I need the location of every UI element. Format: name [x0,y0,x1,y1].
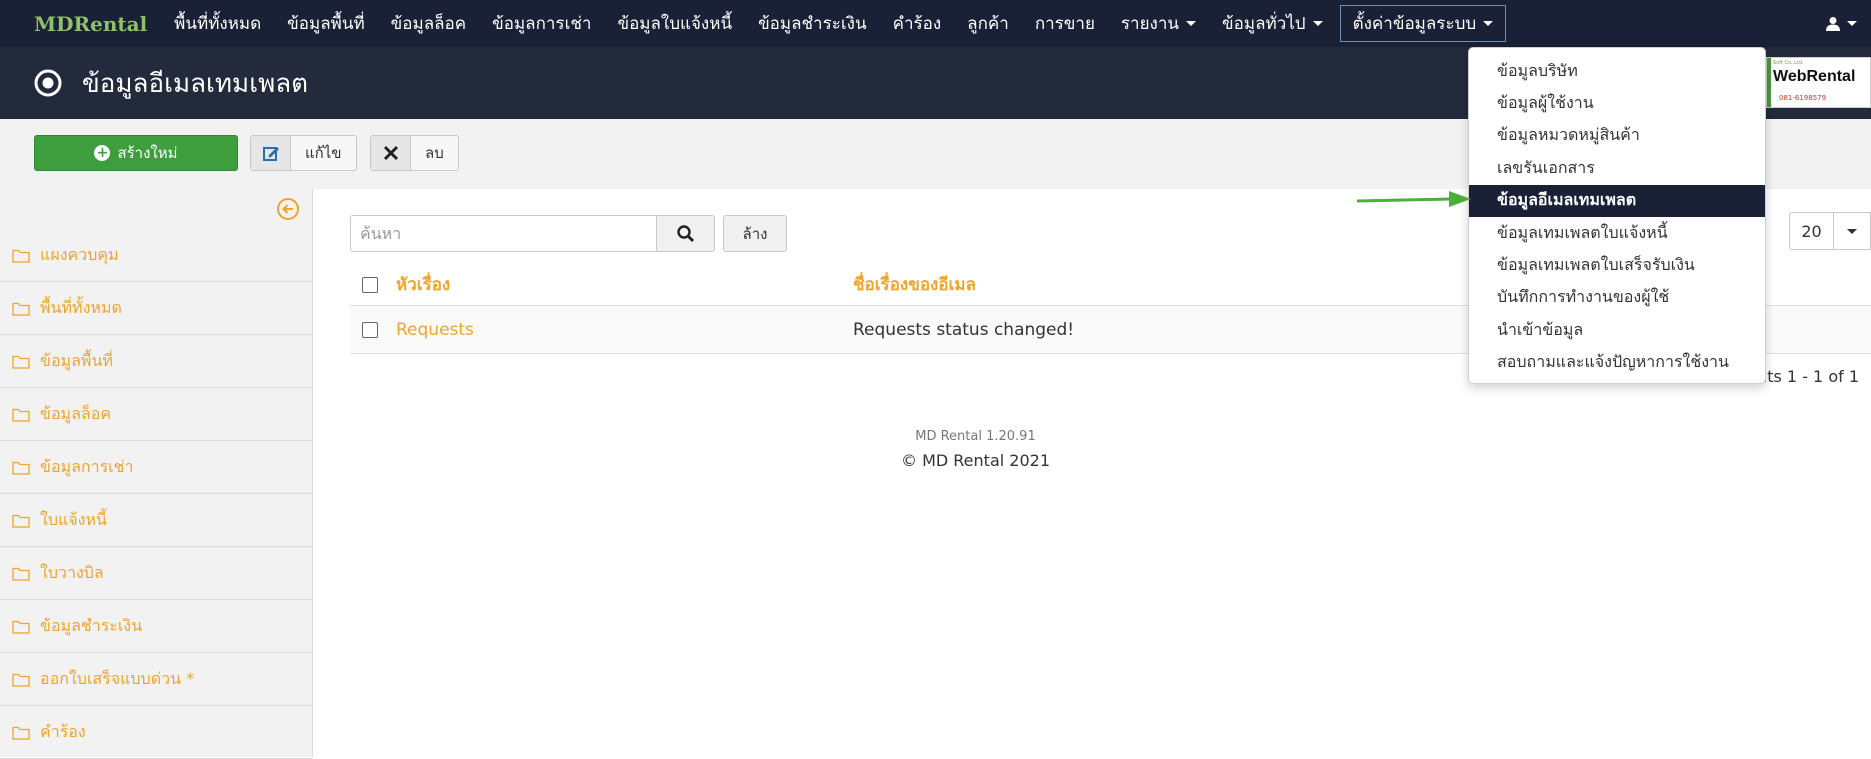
target-icon [34,69,62,97]
nav-item-general-info[interactable]: ข้อมูลทั่วไป [1209,0,1336,47]
logo-small-text: Soft Co.,Ltd. [1773,60,1804,66]
clear-button[interactable]: ล้าง [723,215,787,252]
create-button-label: สร้างใหม่ [117,144,178,162]
sidebar-menu: แผงควบคุมพื้นที่ทั้งหมดข้อมูลพื้นที่ข้อม… [0,229,312,759]
sidebar-item-requests[interactable]: คำร้อง [0,706,312,759]
folder-icon [12,620,30,634]
sidebar-item-area-info[interactable]: ข้อมูลพื้นที่ [0,335,312,388]
row-subject-link[interactable]: Requests [396,320,853,340]
menu-item-import-data[interactable]: นำเข้าข้อมูล [1469,314,1765,346]
sidebar-item-all-areas[interactable]: พื้นที่ทั้งหมด [0,282,312,335]
logo-phone: 081-6198579 [1779,94,1827,102]
sidebar-item-dashboard[interactable]: แผงควบคุม [0,229,312,282]
sidebar-item-label: ข้อมูลล็อค [40,403,112,423]
caret-down-icon [1847,21,1857,26]
plus-circle-icon: + [94,145,111,161]
select-all-checkbox[interactable] [362,276,378,293]
nav-item-all-areas[interactable]: พื้นที่ทั้งหมด [161,0,274,47]
menu-item-receipt-template[interactable]: ข้อมูลเทมเพลตใบเสร็จรับเงิน [1469,249,1765,281]
folder-icon [12,355,30,369]
delete-button-label: ลบ [425,144,444,162]
arrow-left-circle-icon[interactable] [276,197,300,221]
page-size-value: 20 [1790,213,1834,249]
folder-icon [12,302,30,316]
folder-icon [12,567,30,581]
menu-item-email-template[interactable]: ข้อมูลอีเมลเทมเพลต [1469,184,1765,217]
menu-item-document-numbering[interactable]: เลขรันเอกสาร [1469,152,1765,184]
row-checkbox[interactable] [362,321,378,338]
caret-down-icon [1483,21,1494,26]
close-icon [371,136,411,170]
folder-icon [12,461,30,475]
caret-down-icon [1847,228,1857,234]
nav-item-sales[interactable]: การขาย [1022,0,1108,47]
caret-down-icon [1312,21,1323,26]
sidebar-item-payments[interactable]: ข้อมูลชำระเงิน [0,600,312,653]
menu-item-support[interactable]: สอบถามและแจ้งปัญหาการใช้งาน [1469,347,1765,379]
menu-item-user-info[interactable]: ข้อมูลผู้ใช้งาน [1469,87,1765,119]
sidebar-item-billing[interactable]: ใบวางบิล [0,547,312,600]
top-navbar: MDRental พื้นที่ทั้งหมด ข้อมูลพื้นที่ ข้… [0,0,1871,47]
user-menu[interactable] [1825,0,1857,47]
nav-item-lock-info[interactable]: ข้อมูลล็อค [378,0,479,47]
sidebar-item-label: ออกใบเสร็จแบบด่วน * [40,668,195,688]
edit-button-label: แก้ไข [305,144,342,162]
system-settings-dropdown: ข้อมูลบริษัท ข้อมูลผู้ใช้งาน ข้อมูลหมวดหมู… [1468,47,1766,384]
nav-item-reports[interactable]: รายงาน [1108,0,1209,47]
folder-icon [12,249,30,263]
menu-item-company-info[interactable]: ข้อมูลบริษัท [1469,55,1765,87]
folder-icon [12,514,30,528]
logo-stripe [1767,58,1771,107]
nav-item-payment-info[interactable]: ข้อมูลชำระเงิน [745,0,880,47]
sidebar-item-lock-info[interactable]: ข้อมูลล็อค [0,388,312,441]
logo-text: WebRental [1773,68,1856,85]
arrow-right-icon [1356,191,1471,207]
footer-version: MD Rental 1.20.91 [915,429,1036,444]
sidebar-item-label: ข้อมูลชำระเงิน [40,615,143,635]
company-logo: Soft Co.,Ltd. WebRental 081-6198579 [1766,57,1871,108]
sidebar-item-label: แผงควบคุม [40,244,119,264]
menu-item-invoice-template[interactable]: ข้อมูลเทมเพลตใบแจ้งหนี้ [1469,217,1765,249]
page-title: ข้อมูลอีเมลเทมเพลต [82,68,309,99]
sidebar-item-label: ข้อมูลการเช่า [40,456,134,476]
user-icon [1826,16,1840,31]
sidebar-item-label: ใบวางบิล [40,562,104,582]
folder-icon [12,408,30,422]
create-button[interactable]: + สร้างใหม่ [34,135,238,171]
delete-button[interactable]: ลบ [370,135,459,171]
page-size-select[interactable]: 20 [1789,212,1871,250]
sidebar: แผงควบคุมพื้นที่ทั้งหมดข้อมูลพื้นที่ข้อม… [0,189,313,759]
caret-down-icon [1186,21,1197,26]
brand-logo[interactable]: MDRental [0,0,161,47]
sidebar-item-label: ใบแจ้งหนี้ [40,509,107,529]
nav-item-rental-info[interactable]: ข้อมูลการเช่า [479,0,604,47]
sidebar-item-label: ข้อมูลพื้นที่ [40,350,113,370]
nav-menu: พื้นที่ทั้งหมด ข้อมูลพื้นที่ ข้อมูลล็อค … [161,0,1507,47]
nav-item-system-settings[interactable]: ตั้งค่าข้อมูลระบบ [1339,5,1507,42]
sidebar-item-invoices[interactable]: ใบแจ้งหนี้ [0,494,312,547]
header-subject[interactable]: หัวเรื่อง [396,271,853,298]
footer-copyright: © MD Rental 2021 [900,451,1050,470]
search-input[interactable] [350,215,656,252]
page-size-toggle[interactable] [1834,213,1870,249]
edit-icon [251,136,291,170]
sidebar-item-rental-info[interactable]: ข้อมูลการเช่า [0,441,312,494]
folder-icon [12,673,30,687]
nav-item-requests[interactable]: คำร้อง [880,0,955,47]
nav-item-customers[interactable]: ลูกค้า [954,0,1022,47]
nav-item-area-info[interactable]: ข้อมูลพื้นที่ [274,0,378,47]
menu-item-user-activity-log[interactable]: บันทึกการทำงานของผู้ใช้ [1469,282,1765,314]
sidebar-item-quick-receipt[interactable]: ออกใบเสร็จแบบด่วน * [0,653,312,706]
edit-button[interactable]: แก้ไข [250,135,357,171]
header-email-subject[interactable]: ชื่อเรื่องของอีเมล [853,271,976,298]
folder-icon [12,726,30,740]
search-icon [676,224,694,242]
search-button[interactable] [656,215,715,252]
nav-item-invoice-info[interactable]: ข้อมูลใบแจ้งหนี้ [604,0,745,47]
row-email-subject: Requests status changed! [853,319,1075,340]
menu-item-product-category[interactable]: ข้อมูลหมวดหมู่สินค้า [1469,120,1765,152]
sidebar-item-label: พื้นที่ทั้งหมด [40,297,122,317]
sidebar-item-label: คำร้อง [40,721,86,741]
